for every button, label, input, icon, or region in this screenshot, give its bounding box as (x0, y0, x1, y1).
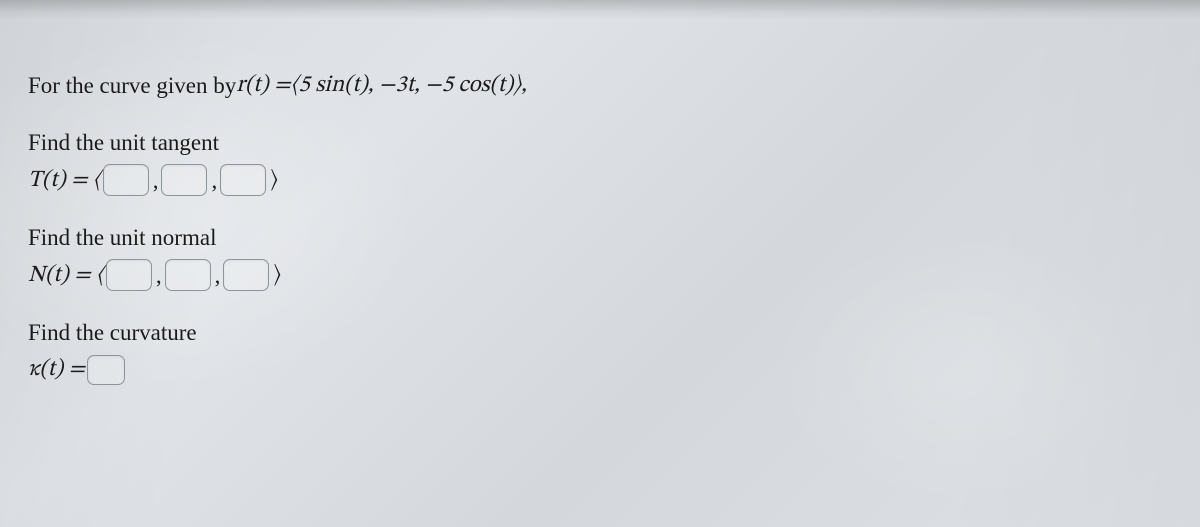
tangent-prompt: Find the unit tangent (28, 127, 219, 158)
curve-rhs: ⟨5 sin(t), −3t, −5 cos(t)⟩, (291, 70, 527, 101)
tangent-lhs: T(t) = ⟨ (28, 165, 101, 196)
normal-input-y[interactable] (165, 259, 211, 291)
normal-lhs: N(t) = ⟨ (28, 260, 104, 291)
curve-lhs: r(t) = (236, 70, 290, 101)
curvature-input[interactable] (87, 355, 125, 385)
normal-prompt: Find the unit normal (28, 222, 216, 253)
curvature-section: Find the curvature κ(t) = (28, 317, 1172, 385)
tangent-rhs: ⟩ (268, 165, 280, 196)
tangent-input-x[interactable] (103, 164, 149, 196)
normal-input-z[interactable] (223, 259, 269, 291)
unit-tangent-section: Find the unit tangent T(t) = ⟨ , , ⟩ (28, 127, 1172, 196)
intro-text: For the curve given by (28, 70, 236, 101)
normal-rhs: ⟩ (271, 260, 283, 291)
problem-page: For the curve given by r(t) = ⟨5 sin(t),… (0, 0, 1200, 527)
normal-input-x[interactable] (106, 259, 152, 291)
curvature-lhs: κ(t) = (28, 354, 85, 385)
curve-definition: For the curve given by r(t) = ⟨5 sin(t),… (28, 70, 1172, 101)
curvature-prompt: Find the curvature (28, 317, 197, 348)
tangent-input-z[interactable] (220, 164, 266, 196)
unit-normal-section: Find the unit normal N(t) = ⟨ , , ⟩ (28, 222, 1172, 291)
tangent-input-y[interactable] (161, 164, 207, 196)
